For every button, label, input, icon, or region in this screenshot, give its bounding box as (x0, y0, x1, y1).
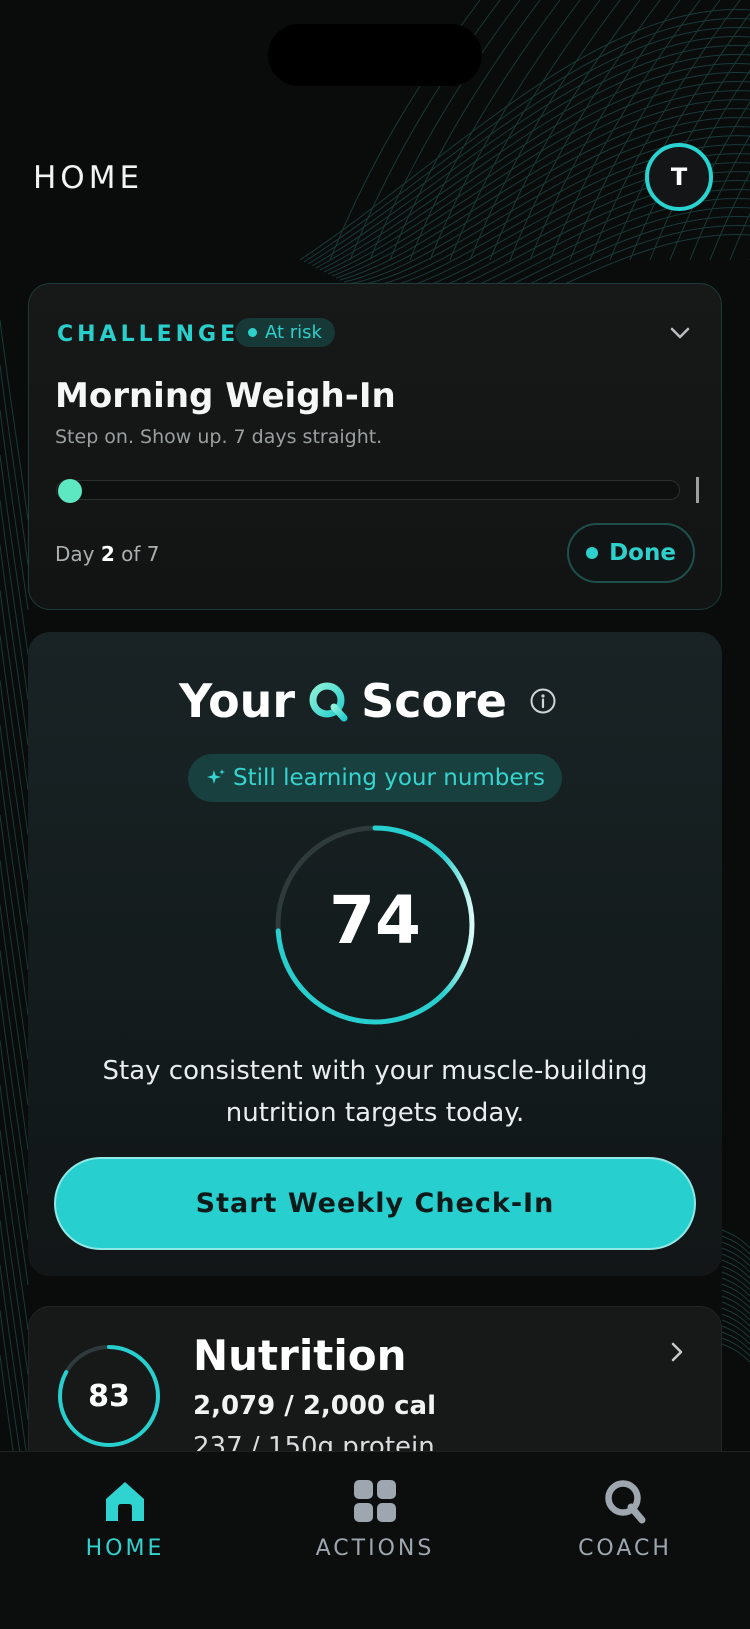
camera-notch (268, 24, 482, 86)
info-icon[interactable] (529, 687, 557, 715)
avatar[interactable]: T (645, 143, 713, 211)
mesh-curve (469, 0, 621, 261)
mesh-curve (529, 0, 681, 261)
mesh-curve (709, 171, 750, 261)
learning-pill: Still learning your numbers (188, 754, 562, 802)
mesh-curve (721, 1229, 750, 1249)
q-score-title: Your Score (28, 670, 708, 728)
status-badge: At risk (235, 318, 335, 347)
nav-tab-actions[interactable]: ACTIONS (275, 1478, 475, 1561)
bottom-nav: HOME ACTIONS COACH (0, 1451, 750, 1629)
done-label: Done (609, 540, 676, 566)
nav-label-coach: COACH (578, 1536, 672, 1561)
challenge-subtitle: Step on. Show up. 7 days straight. (55, 426, 383, 448)
mesh-curve (489, 0, 641, 261)
sparkle-icon (206, 769, 225, 784)
score-value: 74 (329, 882, 421, 959)
chevron-right-icon[interactable] (669, 1341, 685, 1363)
learning-text: Still learning your numbers (232, 765, 546, 791)
progress-track (56, 480, 680, 500)
nutrition-calories: 2,079 / 2,000 cal (193, 1391, 437, 1421)
mesh-curve (509, 0, 661, 261)
day-suffix: of 7 (121, 542, 160, 566)
q-logo-icon (605, 1480, 646, 1524)
challenge-card[interactable]: CHALLENGE At risk Morning Weigh-In Step … (28, 283, 722, 610)
progress-end-marker (696, 477, 699, 503)
chevron-down-icon[interactable] (669, 322, 691, 344)
score-description: Stay consistent with your muscle-buildin… (102, 1056, 648, 1128)
progress-marker (58, 479, 82, 503)
start-check-in-button[interactable]: Start Weekly Check-In (54, 1157, 696, 1250)
q-logo-icon (309, 682, 348, 721)
mesh-curve (669, 100, 750, 261)
title-score: Score (361, 673, 507, 728)
avatar-initial: T (670, 163, 688, 191)
nav-tab-home[interactable]: HOME (25, 1478, 225, 1561)
mesh-curve (721, 1235, 750, 1255)
home-icon (106, 1482, 144, 1521)
title-your: Your (178, 673, 296, 728)
nav-tab-coach[interactable]: COACH (525, 1478, 725, 1561)
done-dot-icon (586, 547, 599, 559)
done-button[interactable]: Done (567, 523, 695, 583)
day-prefix: Day (55, 542, 95, 566)
grid-icon (354, 1480, 396, 1522)
mesh-curve (0, 1264, 29, 1466)
day-counter: Day 2 of 7 (55, 542, 160, 566)
nutrition-title: Nutrition (193, 1331, 407, 1380)
challenge-tag: CHALLENGE (57, 322, 240, 347)
nav-label-actions: ACTIONS (315, 1536, 435, 1561)
mesh-curve (609, 12, 750, 261)
nav-label-home: HOME (85, 1536, 165, 1561)
challenge-title: Morning Weigh-In (55, 376, 396, 416)
mesh-curve (549, 0, 701, 261)
q-score-card: Your Score Still learning your numbers 7… (28, 632, 722, 1276)
nutrition-score: 83 (88, 1379, 130, 1414)
day-current: 2 (100, 542, 115, 566)
page-title: HOME (33, 160, 144, 196)
check-in-label: Start Weekly Check-In (195, 1188, 555, 1219)
